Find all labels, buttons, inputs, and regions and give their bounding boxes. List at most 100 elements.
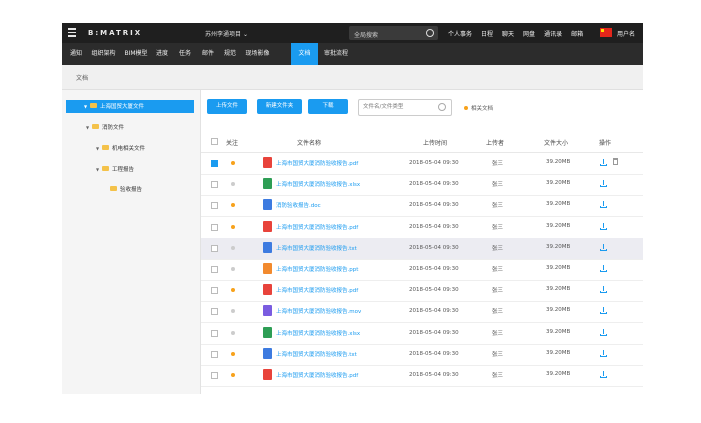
row-checkbox[interactable]	[211, 350, 218, 358]
top-link-personal[interactable]: 个人事务	[448, 31, 472, 38]
follow-star-icon[interactable]	[231, 245, 235, 250]
project-selector[interactable]: 苏州李通项目 ⌄	[205, 29, 248, 38]
file-name-link[interactable]: 上海市国贸大厦消防验收报告.ppt	[276, 265, 358, 273]
row-checkbox[interactable]	[211, 202, 218, 210]
table-row[interactable]: 上海市国贸大厦消防验收报告.mov 2018-05-04 09:30 张三 39.20…	[201, 301, 643, 324]
file-size: 39.20MB	[546, 222, 571, 229]
download-icon[interactable]	[600, 328, 607, 336]
search-icon[interactable]	[426, 29, 434, 37]
file-name-link[interactable]: 上海市国贸大厦消防验收报告.xlsx	[276, 180, 360, 188]
col-upload-time[interactable]: 上传时间	[423, 138, 447, 147]
table-row[interactable]: 上海市国贸大厦消防验收报告.xlsx 2018-05-04 09:30 张三 39.2…	[201, 323, 643, 345]
file-name-link[interactable]: 上海市国贸大厦消防验收报告.pdf	[276, 223, 358, 231]
file-name-link[interactable]: 上海市国贸大厦消防验收报告.pdf	[276, 286, 358, 294]
nav-item[interactable]: BIM模型	[122, 43, 150, 65]
menu-icon[interactable]	[68, 28, 76, 37]
follow-star-icon[interactable]	[231, 182, 235, 187]
tree-item-fire[interactable]: ▼ 消防文件	[86, 121, 124, 134]
download-icon[interactable]	[600, 371, 607, 378]
file-size: 39.20MB	[546, 371, 571, 377]
download-icon[interactable]	[600, 286, 607, 294]
download-button[interactable]: 下载	[308, 99, 348, 114]
nav-item[interactable]: 文档	[291, 43, 318, 65]
language-flag-icon[interactable]	[600, 28, 612, 37]
nav-item[interactable]: 通知	[66, 43, 86, 65]
table-row[interactable]: 上海市国贸大厦消防验收报告.txt 2018-05-04 09:30 张三 39.20…	[201, 344, 643, 366]
row-checkbox[interactable]	[211, 181, 218, 189]
row-checkbox[interactable]	[211, 308, 218, 316]
follow-star-icon[interactable]	[231, 351, 235, 356]
follow-star-icon[interactable]	[231, 203, 235, 208]
file-name-link[interactable]: 上海市国贸大厦消防验收报告.pdf	[276, 159, 358, 167]
row-checkbox[interactable]	[211, 287, 218, 295]
top-link-drive[interactable]: 网盘	[523, 31, 535, 38]
username[interactable]: 用户名	[617, 29, 635, 38]
col-file-size[interactable]: 文件大小	[544, 138, 568, 147]
download-icon[interactable]	[600, 159, 607, 166]
nav-item[interactable]: 邮件	[199, 43, 217, 65]
follow-star-icon[interactable]	[231, 224, 235, 229]
table-row[interactable]: 上海市国贸大厦消防验收报告.pdf 2018-05-04 09:30 张三 39.20…	[201, 217, 643, 239]
row-checkbox[interactable]	[211, 329, 218, 337]
table-row[interactable]: 上海市国贸大厦消防验收报告.txt 2018-05-04 09:30 张三 39.20…	[201, 237, 643, 260]
table-row[interactable]: 上海市国贸大厦消防验收报告.xlsx 2018-05-04 09:30 张三 39.2…	[201, 174, 643, 197]
file-name-link[interactable]: 上海市国贸大厦消防验收报告.xlsx	[276, 329, 360, 337]
nav-item[interactable]: 现场影像	[243, 43, 272, 65]
file-size: 39.20MB	[546, 307, 571, 314]
download-icon[interactable]	[600, 265, 607, 272]
col-uploader[interactable]: 上传者	[486, 138, 504, 147]
file-name-link[interactable]: 上海市国贸大厦消防验收报告.mov	[276, 307, 361, 315]
download-icon[interactable]	[600, 180, 607, 188]
top-link-chat[interactable]: 聊天	[502, 31, 514, 38]
global-search-input[interactable]: 全局搜索	[349, 26, 438, 40]
tree-item-mep[interactable]: ▼ 机电相关文件	[96, 142, 145, 155]
row-checkbox[interactable]	[211, 372, 218, 379]
follow-star-icon[interactable]	[231, 267, 235, 271]
file-search-input[interactable]	[363, 102, 433, 111]
new-folder-button[interactable]: 新建文件夹	[257, 99, 302, 114]
nav-item[interactable]: 审批流程	[320, 43, 352, 65]
nav-item[interactable]: 任务	[175, 43, 195, 65]
follow-star-icon[interactable]	[231, 309, 235, 314]
download-icon[interactable]	[600, 201, 607, 209]
follow-star-icon[interactable]	[231, 161, 235, 165]
file-name-link[interactable]: 上海市国贸大厦消防验收报告.pdf	[276, 371, 358, 379]
download-icon[interactable]	[600, 307, 607, 315]
file-name-link[interactable]: 上海市国贸大厦消防验收报告.txt	[276, 244, 357, 252]
follow-star-icon[interactable]	[231, 373, 235, 377]
table-row[interactable]: 上海市国贸大厦消防验收报告.pdf 2018-05-04 09:30 张三 39.20…	[201, 365, 643, 387]
file-name-link[interactable]: 消防验收报告.doc	[276, 201, 321, 209]
col-filename[interactable]: 文件名称	[297, 138, 321, 147]
upload-button[interactable]: 上传文件	[207, 99, 247, 114]
nav-item[interactable]: 进度	[153, 43, 171, 65]
file-search-field[interactable]	[358, 99, 452, 116]
table-row[interactable]: 上海市国贸大厦消防验收报告.pdf 2018-05-04 09:30 张三 39.20…	[201, 153, 643, 175]
tree-item-label: 机电相关文件	[112, 146, 146, 152]
table-row[interactable]: 上海市国贸大厦消防验收报告.pdf 2018-05-04 09:30 张三 39.20…	[201, 280, 643, 303]
download-icon[interactable]	[600, 349, 607, 357]
follow-star-icon[interactable]	[231, 330, 235, 335]
table-row[interactable]: 上海市国贸大厦消防验收报告.ppt 2018-05-04 09:30 张三 39.20…	[201, 259, 643, 281]
download-icon[interactable]	[600, 222, 607, 230]
download-icon[interactable]	[600, 243, 607, 251]
file-size: 39.20MB	[546, 265, 571, 271]
related-docs-filter[interactable]: 相关文档	[464, 104, 493, 112]
top-link-mail[interactable]: 邮箱	[571, 31, 583, 38]
top-link-contacts[interactable]: 通讯录	[544, 31, 562, 38]
table-row[interactable]: 消防验收报告.doc 2018-05-04 09:30 张三 39.20MB	[201, 195, 643, 218]
row-checkbox[interactable]	[211, 244, 218, 252]
delete-icon[interactable]	[613, 158, 618, 165]
nav-item[interactable]: 组织架构	[88, 43, 119, 65]
follow-star-icon[interactable]	[231, 288, 235, 293]
tree-item-reports[interactable]: ▼ 工程报告	[96, 163, 134, 176]
tree-item-root[interactable]: ▼ 上海国贸大厦文件	[66, 100, 194, 113]
row-checkbox[interactable]	[211, 223, 218, 231]
select-all-checkbox[interactable]	[211, 138, 218, 145]
search-icon[interactable]	[438, 103, 446, 111]
top-link-calendar[interactable]: 日程	[481, 31, 493, 38]
tree-item-acceptance[interactable]: 验收报告	[110, 184, 142, 197]
row-checkbox[interactable]	[211, 266, 218, 273]
file-name-link[interactable]: 上海市国贸大厦消防验收报告.txt	[276, 350, 357, 358]
row-checkbox[interactable]	[211, 160, 218, 167]
nav-item[interactable]: 规范	[221, 43, 239, 65]
